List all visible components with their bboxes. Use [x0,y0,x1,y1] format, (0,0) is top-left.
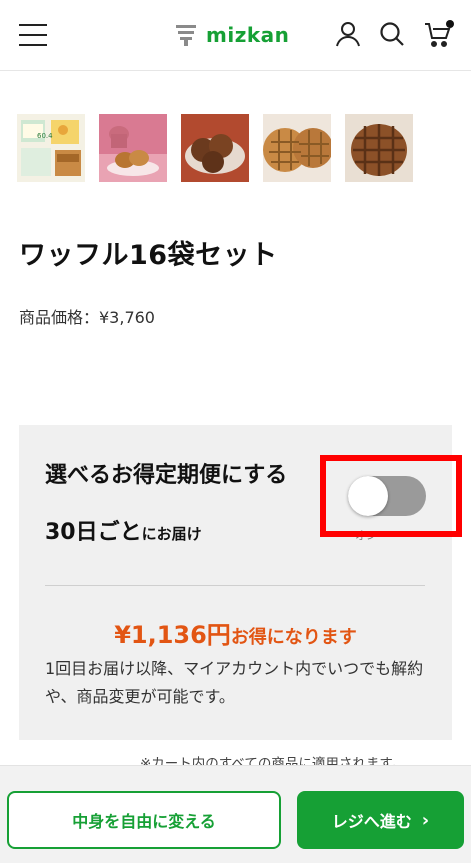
thumbnail-waffles-closeup[interactable] [263,114,331,182]
brand-mark-icon [176,25,196,46]
customize-label: 中身を自由に変える [72,812,216,831]
chevron-right-icon: › [421,809,430,831]
cart-badge [446,20,454,28]
product-thumbnails: 60.4 [17,114,427,182]
interval-suffix: にお届け [141,525,202,543]
subscription-description: 1回目お届け以降、マイアカウント内でいつでも解約や、商品変更が可能です。 [45,659,424,706]
thumbnail-waffle-single[interactable] [345,114,413,182]
checkout-label: レジへ進む [331,812,412,831]
product-price: 商品価格：¥3,760 [19,308,155,327]
brand-logo[interactable]: mizkan [176,20,289,50]
thumbnail-product-set[interactable]: 60.4 [17,114,85,182]
subscription-heading: 選べるお得定期便にする [45,463,288,488]
brand-name: mizkan [206,23,290,47]
toggle-highlight-box [320,455,462,537]
account-icon[interactable] [334,20,362,48]
savings-line: ¥1,136円お得になります [19,615,452,650]
thumbnail-waffles-tea[interactable] [99,114,167,182]
thumbnail-waffles-plate[interactable] [181,114,249,182]
savings-text: お得になります [230,627,357,648]
product-title: ワッフル16袋セット [19,240,278,271]
svg-text:60.4: 60.4 [37,132,53,140]
divider [45,585,425,586]
savings-amount: ¥1,136円 [114,621,231,649]
delivery-interval: 30日ごとにお届け [45,514,202,546]
action-bar: 中身を自由に変える レジへ進む › [0,765,471,863]
interval-value: 30日ごと [45,520,142,545]
menu-icon[interactable] [19,24,47,46]
customize-contents-button[interactable]: 中身を自由に変える [7,791,281,849]
checkout-button[interactable]: レジへ進む › [297,791,464,849]
cart-button[interactable] [424,20,454,48]
search-icon[interactable] [378,20,406,48]
site-header: mizkan [0,0,471,71]
